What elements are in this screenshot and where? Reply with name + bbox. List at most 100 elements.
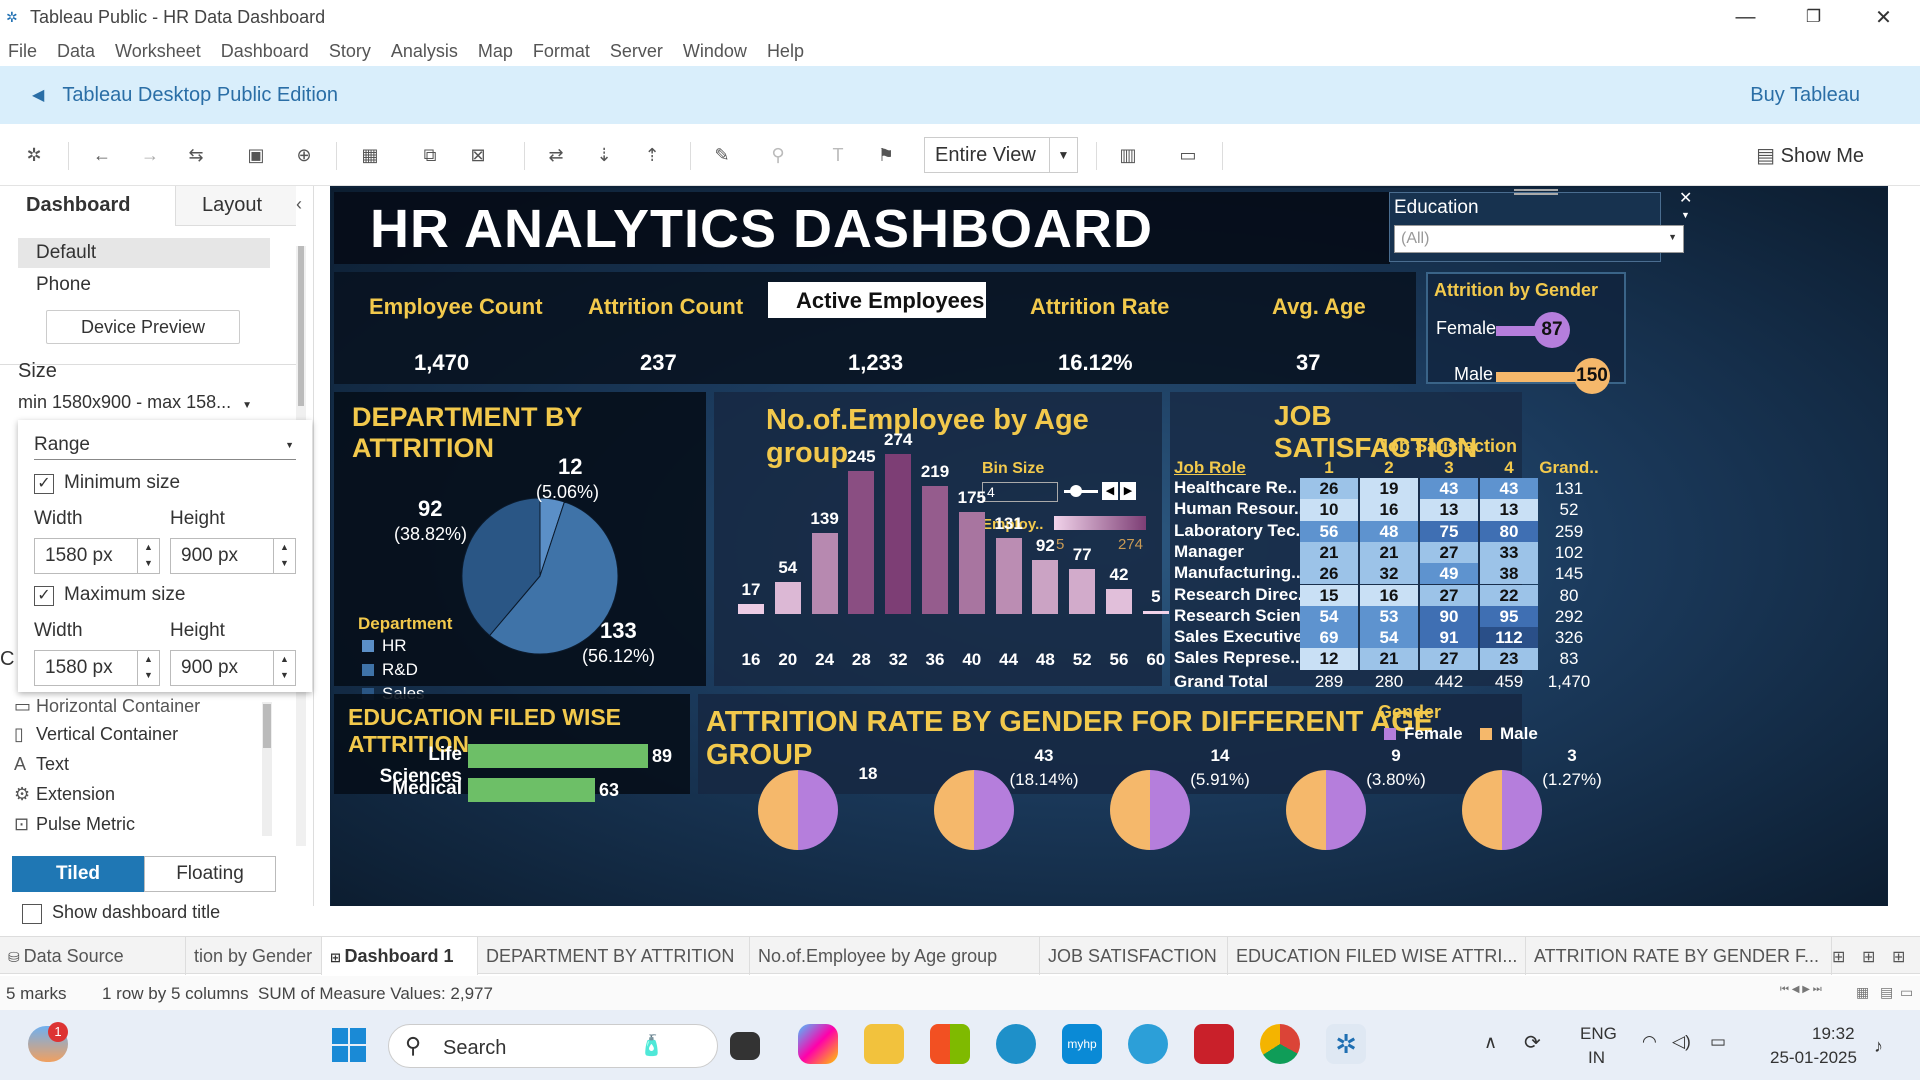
tray-chevron-icon[interactable]: ∧ — [1484, 1032, 1497, 1053]
clock-time[interactable]: 19:32 — [1812, 1024, 1855, 1044]
wifi-icon[interactable]: ◠ — [1642, 1032, 1657, 1052]
copilot-icon[interactable] — [798, 1024, 838, 1064]
js-cell[interactable]: 21 — [1300, 541, 1358, 564]
chrome-icon[interactable] — [1260, 1024, 1300, 1064]
js-cell[interactable]: 54 — [1300, 605, 1358, 628]
show-title-checkbox[interactable] — [22, 904, 42, 924]
js-cell[interactable]: 95 — [1480, 605, 1538, 628]
device-phone[interactable]: Phone — [18, 270, 270, 300]
education-filter[interactable]: Education (All) ▼ — [1389, 189, 1684, 262]
tab-employee-by-age[interactable]: No.of.Employee by Age group — [750, 937, 1040, 975]
menu-worksheet[interactable]: Worksheet — [115, 41, 201, 62]
clock-date[interactable]: 25-01-2025 — [1770, 1048, 1857, 1068]
js-cell[interactable]: 16 — [1360, 584, 1418, 606]
js-cell[interactable]: 13 — [1480, 499, 1538, 521]
replay-icon[interactable]: ⇆ — [184, 143, 208, 167]
filter-close-icon[interactable]: ✕ — [1679, 188, 1692, 208]
battery-icon[interactable]: ▭ — [1710, 1032, 1726, 1052]
max-width-input[interactable]: 1580 px ▲ ▼ — [34, 650, 160, 686]
drag-handle-icon[interactable] — [1514, 189, 1558, 195]
language-eng[interactable]: ENG — [1580, 1024, 1617, 1044]
tiled-button[interactable]: Tiled — [12, 856, 144, 892]
age-bar[interactable] — [958, 511, 985, 614]
edge-icon[interactable] — [996, 1024, 1036, 1064]
group-icon[interactable]: ⚲ — [766, 143, 790, 167]
gender-age-pie[interactable] — [758, 770, 838, 850]
menu-analysis[interactable]: Analysis — [391, 41, 458, 62]
age-bar[interactable] — [1142, 611, 1169, 614]
tab-data-source[interactable]: ⛁ Data Source — [0, 937, 186, 975]
stepper-arrows-icon[interactable]: ▲ ▼ — [273, 539, 295, 573]
device-preview-button[interactable]: Device Preview — [46, 310, 240, 344]
sheet-nav-icons[interactable]: ⏮ ◀ ▶ ⏭ — [1780, 984, 1822, 995]
age-bar[interactable] — [885, 454, 912, 614]
js-cell[interactable]: 53 — [1360, 605, 1418, 628]
presentation-icon[interactable]: ▭ — [1176, 143, 1200, 167]
myhp-icon[interactable]: myhp — [1062, 1024, 1102, 1064]
sync-icon[interactable]: ⟳ — [1524, 1030, 1541, 1055]
save-icon[interactable]: ▣ — [244, 143, 268, 167]
size-dropdown[interactable]: min 1580x900 - max 158... ▼ — [18, 392, 252, 413]
maximize-button[interactable]: ❐ — [1776, 0, 1851, 34]
filmstrip-view-icon[interactable]: ▤ — [1880, 984, 1893, 1001]
min-height-input[interactable]: 900 px ▲ ▼ — [170, 538, 296, 574]
tab-education-field[interactable]: EDUCATION FILED WISE ATTRI... — [1228, 937, 1526, 975]
age-bar[interactable] — [738, 604, 764, 614]
close-button[interactable]: ✕ — [1846, 0, 1920, 34]
new-worksheet-icon[interactable]: ▦ — [358, 143, 382, 167]
stepper-arrows-icon[interactable]: ▲ ▼ — [137, 651, 159, 685]
sort-asc-icon[interactable]: ⇣ — [592, 143, 616, 167]
menu-format[interactable]: Format — [533, 41, 590, 62]
grid-view-icon[interactable]: ▦ — [1856, 984, 1869, 1001]
objects-scrollbar[interactable] — [262, 702, 272, 836]
language-in[interactable]: IN — [1588, 1048, 1605, 1068]
highlight-icon[interactable]: ✎ — [710, 143, 734, 167]
sort-desc-icon[interactable]: ⇡ — [640, 143, 664, 167]
js-cell[interactable]: 13 — [1420, 499, 1478, 521]
minimum-size-checkbox[interactable]: ✓ — [34, 474, 54, 494]
js-cell[interactable]: 48 — [1360, 520, 1418, 542]
js-cell[interactable]: 26 — [1300, 478, 1358, 500]
redo-icon[interactable]: → — [138, 143, 162, 167]
taskbar-search[interactable]: ⚲ Search 🧴 — [388, 1024, 718, 1068]
new-worksheet-tab-icon[interactable]: ⊞ — [1832, 947, 1845, 967]
menu-server[interactable]: Server — [610, 41, 663, 62]
js-cell[interactable]: 56 — [1300, 520, 1358, 542]
minimize-button[interactable]: — — [1708, 0, 1783, 34]
js-cell[interactable]: 69 — [1300, 627, 1358, 649]
tableau-logo-icon[interactable]: ✲ — [22, 143, 46, 167]
menu-window[interactable]: Window — [683, 41, 747, 62]
js-cell[interactable]: 90 — [1420, 605, 1478, 628]
maximum-size-checkbox[interactable]: ✓ — [34, 586, 54, 606]
duplicate-icon[interactable]: ⧉ — [418, 143, 442, 167]
age-bar[interactable] — [1069, 569, 1096, 614]
swap-icon[interactable]: ⇄ — [544, 143, 568, 167]
js-cell[interactable]: 91 — [1420, 627, 1478, 649]
object-horizontal-container[interactable]: ▭ Horizontal Container — [14, 694, 200, 718]
tableau-taskbar-icon[interactable]: ✲ — [1326, 1024, 1366, 1064]
js-cell[interactable]: 12 — [1300, 648, 1358, 670]
filter-menu-icon[interactable]: ▼ — [1681, 210, 1690, 220]
file-explorer-icon[interactable] — [864, 1024, 904, 1064]
menu-file[interactable]: File — [8, 41, 37, 62]
js-cell[interactable]: 54 — [1360, 627, 1418, 649]
new-datasource-icon[interactable]: ⊕ — [292, 143, 316, 167]
tab-dashboard[interactable]: Dashboard — [0, 186, 176, 226]
new-dashboard-tab-icon[interactable]: ⊞ — [1862, 947, 1875, 967]
undo-icon[interactable]: ← — [90, 143, 114, 167]
age-bar[interactable] — [774, 582, 801, 614]
js-cell[interactable]: 33 — [1480, 541, 1538, 564]
js-cell[interactable]: 27 — [1420, 541, 1478, 564]
js-cell[interactable]: 22 — [1480, 584, 1538, 606]
menu-dashboard[interactable]: Dashboard — [221, 41, 309, 62]
menu-story[interactable]: Story — [329, 41, 371, 62]
pin-icon[interactable]: ⚑ — [874, 143, 898, 167]
js-cell[interactable]: 10 — [1300, 499, 1358, 521]
new-story-tab-icon[interactable]: ⊞ — [1892, 947, 1905, 967]
js-cell[interactable]: 16 — [1360, 499, 1418, 521]
help-icon[interactable] — [1128, 1024, 1168, 1064]
menu-data[interactable]: Data — [57, 41, 95, 62]
js-cell[interactable]: 75 — [1420, 520, 1478, 542]
js-cell[interactable]: 49 — [1420, 563, 1478, 585]
age-bar[interactable] — [1032, 560, 1059, 614]
